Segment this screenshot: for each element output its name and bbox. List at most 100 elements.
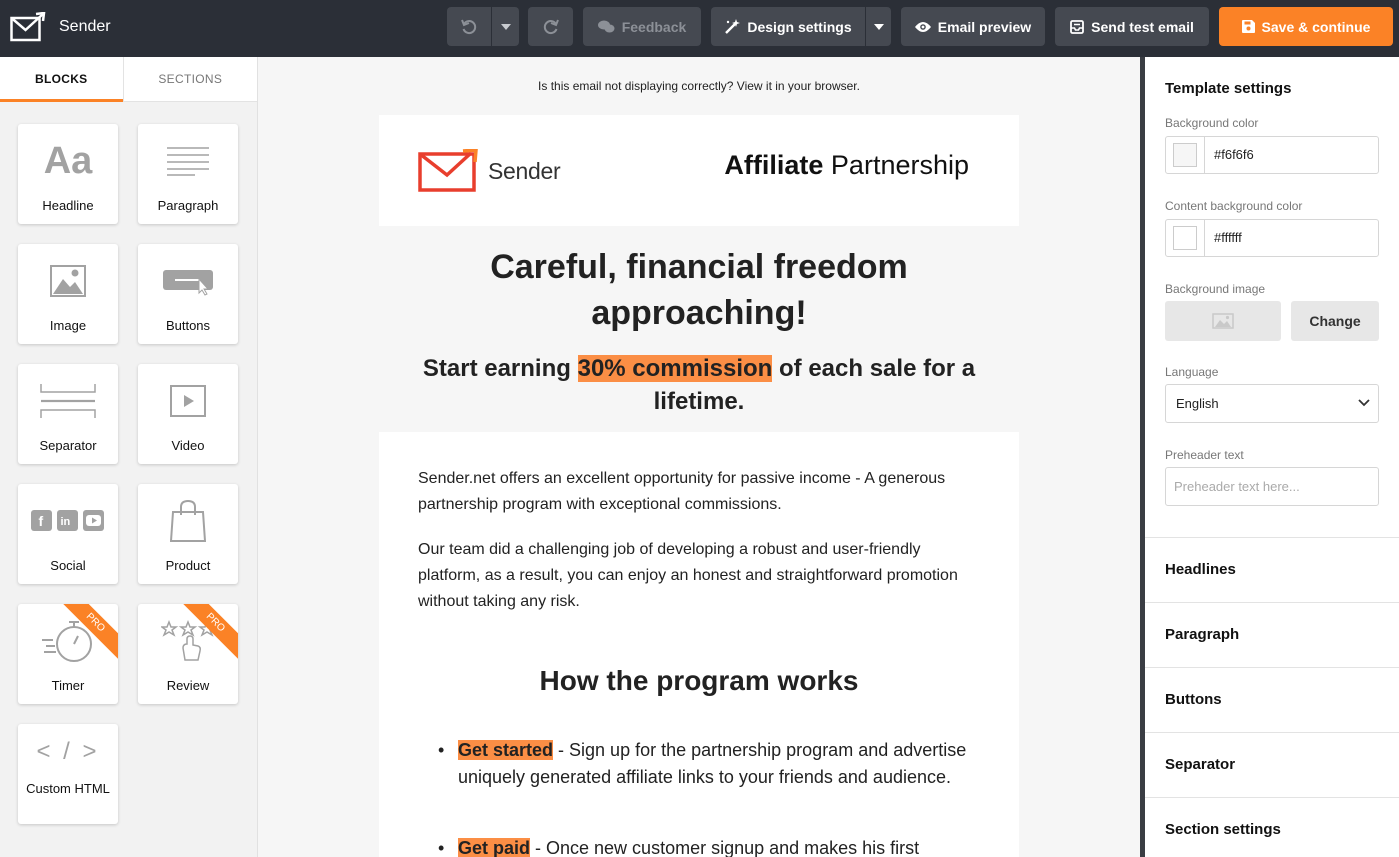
block-custom-html[interactable]: < / > Custom HTML — [18, 724, 118, 824]
block-buttons[interactable]: Buttons — [138, 244, 238, 344]
block-label: Video — [171, 438, 205, 453]
hero-sub-highlight: 30% commission — [577, 355, 773, 382]
block-product[interactable]: Product — [138, 484, 238, 584]
top-bar: Sender Feedback Design settings Email pr… — [0, 0, 1399, 57]
content-background-color-value[interactable]: #ffffff — [1205, 220, 1242, 256]
section-separator[interactable]: Separator — [1145, 732, 1399, 797]
block-label: Review — [166, 678, 210, 693]
image-icon — [18, 260, 118, 302]
block-review[interactable]: PRO Review — [138, 604, 238, 704]
section-section-settings[interactable]: Section settings — [1145, 797, 1399, 857]
send-test-email-label: Send test email — [1091, 18, 1194, 35]
content-background-color-label: Content background color — [1165, 199, 1303, 213]
feedback-label: Feedback — [621, 18, 687, 35]
view-in-browser-link[interactable]: Is this email not displaying correctly? … — [258, 79, 1140, 93]
block-label: Paragraph — [157, 198, 219, 213]
block-label: Social — [50, 558, 86, 573]
save-continue-button[interactable]: Save & continue — [1219, 7, 1393, 46]
tab-blocks[interactable]: BLOCKS — [0, 57, 123, 102]
block-timer[interactable]: PRO Timer — [18, 604, 118, 704]
save-continue-label: Save & continue — [1261, 18, 1371, 35]
content-background-color-field[interactable]: #ffffff — [1165, 219, 1379, 257]
chevron-down-icon — [1358, 385, 1370, 436]
caret-down-icon — [500, 23, 511, 30]
paragraph-icon — [138, 140, 238, 182]
color-swatch — [1173, 226, 1197, 250]
email-preview-button[interactable]: Email preview — [901, 7, 1045, 46]
panel-tabs: BLOCKS SECTIONS — [0, 57, 257, 102]
block-social[interactable]: f in Social — [18, 484, 118, 584]
separator-icon — [18, 380, 118, 422]
language-label: Language — [1165, 365, 1219, 379]
section-buttons[interactable]: Buttons — [1145, 667, 1399, 732]
headline-icon: Aa — [43, 139, 93, 182]
header-title-bold: Affiliate — [724, 150, 824, 180]
magic-wand-icon — [725, 18, 741, 34]
app-logo[interactable]: Sender — [10, 12, 111, 42]
header-title-rest: Partnership — [823, 150, 969, 180]
settings-panel: Template settings Background color #f6f6… — [1145, 57, 1399, 857]
change-background-image-button[interactable]: Change — [1291, 301, 1379, 341]
undo-icon — [461, 19, 477, 34]
color-swatch-button[interactable] — [1166, 220, 1205, 256]
background-image-preview[interactable] — [1165, 301, 1281, 341]
redo-button[interactable] — [528, 7, 573, 46]
color-swatch — [1173, 143, 1197, 167]
caret-down-icon — [873, 23, 884, 30]
section-title: How the program works — [539, 665, 859, 696]
eye-icon — [914, 21, 931, 32]
preheader-text-input[interactable] — [1165, 467, 1379, 506]
block-video[interactable]: Video — [138, 364, 238, 464]
block-paragraph[interactable]: Paragraph — [138, 124, 238, 224]
app-name: Sender — [59, 18, 111, 35]
design-settings-button[interactable]: Design settings — [711, 7, 865, 46]
preheader-text-label: Preheader text — [1165, 448, 1244, 462]
shopping-bag-icon — [138, 500, 238, 542]
social-icon: f in — [18, 500, 118, 542]
block-image[interactable]: Image — [18, 244, 118, 344]
email-hero-section[interactable]: Careful, financial freedom approaching! … — [379, 226, 1019, 432]
background-image-label: Background image — [1165, 282, 1266, 296]
image-placeholder-icon — [1212, 313, 1234, 329]
list-item: Get paid - Once new customer signup and … — [438, 835, 978, 857]
floppy-disk-icon — [1241, 20, 1255, 33]
tab-sections[interactable]: SECTIONS — [122, 57, 257, 101]
language-value: English — [1176, 396, 1219, 411]
block-separator[interactable]: Separator — [18, 364, 118, 464]
block-headline[interactable]: Aa Headline — [18, 124, 118, 224]
email-header[interactable]: Sender Affiliate Partnership — [379, 115, 1019, 226]
hero-subtitle: Start earning 30% commission of each sal… — [409, 352, 989, 418]
svg-text:in: in — [61, 516, 71, 528]
feedback-button[interactable]: Feedback — [583, 7, 701, 46]
language-select[interactable]: English — [1165, 384, 1379, 423]
send-test-email-button[interactable]: Send test email — [1055, 7, 1209, 46]
email-preview-label: Email preview — [937, 18, 1032, 35]
sender-logo-icon — [10, 12, 46, 42]
section-headlines[interactable]: Headlines — [1145, 537, 1399, 602]
chat-icon — [597, 20, 615, 32]
background-color-label: Background color — [1165, 116, 1259, 130]
design-settings-dropdown[interactable] — [866, 7, 891, 46]
email-logo-text: Sender — [488, 157, 561, 184]
block-label: Timer — [51, 678, 85, 693]
block-label: Image — [49, 318, 87, 333]
color-swatch-button[interactable] — [1166, 137, 1205, 173]
email-canvas: Is this email not displaying correctly? … — [258, 57, 1140, 857]
background-color-field[interactable]: #f6f6f6 — [1165, 136, 1379, 174]
email-body-section[interactable]: Sender.net offers an excellent opportuni… — [379, 432, 1019, 857]
section-paragraph[interactable]: Paragraph — [1145, 602, 1399, 667]
undo-history-dropdown[interactable] — [492, 7, 519, 46]
code-icon: < / > — [36, 738, 100, 765]
bullet-highlight: Get started — [458, 740, 554, 760]
block-label: Custom HTML — [26, 781, 110, 796]
video-icon — [138, 380, 238, 422]
block-label: Separator — [39, 438, 97, 453]
button-icon — [138, 260, 238, 302]
hero-title: Careful, financial freedom approaching! — [490, 248, 908, 332]
block-label: Buttons — [165, 318, 211, 333]
block-label: Product — [165, 558, 211, 573]
background-color-value[interactable]: #f6f6f6 — [1205, 137, 1254, 173]
undo-button[interactable] — [447, 7, 491, 46]
inbox-icon — [1070, 19, 1085, 34]
list-item: Get started - Sign up for the partnershi… — [438, 737, 978, 791]
